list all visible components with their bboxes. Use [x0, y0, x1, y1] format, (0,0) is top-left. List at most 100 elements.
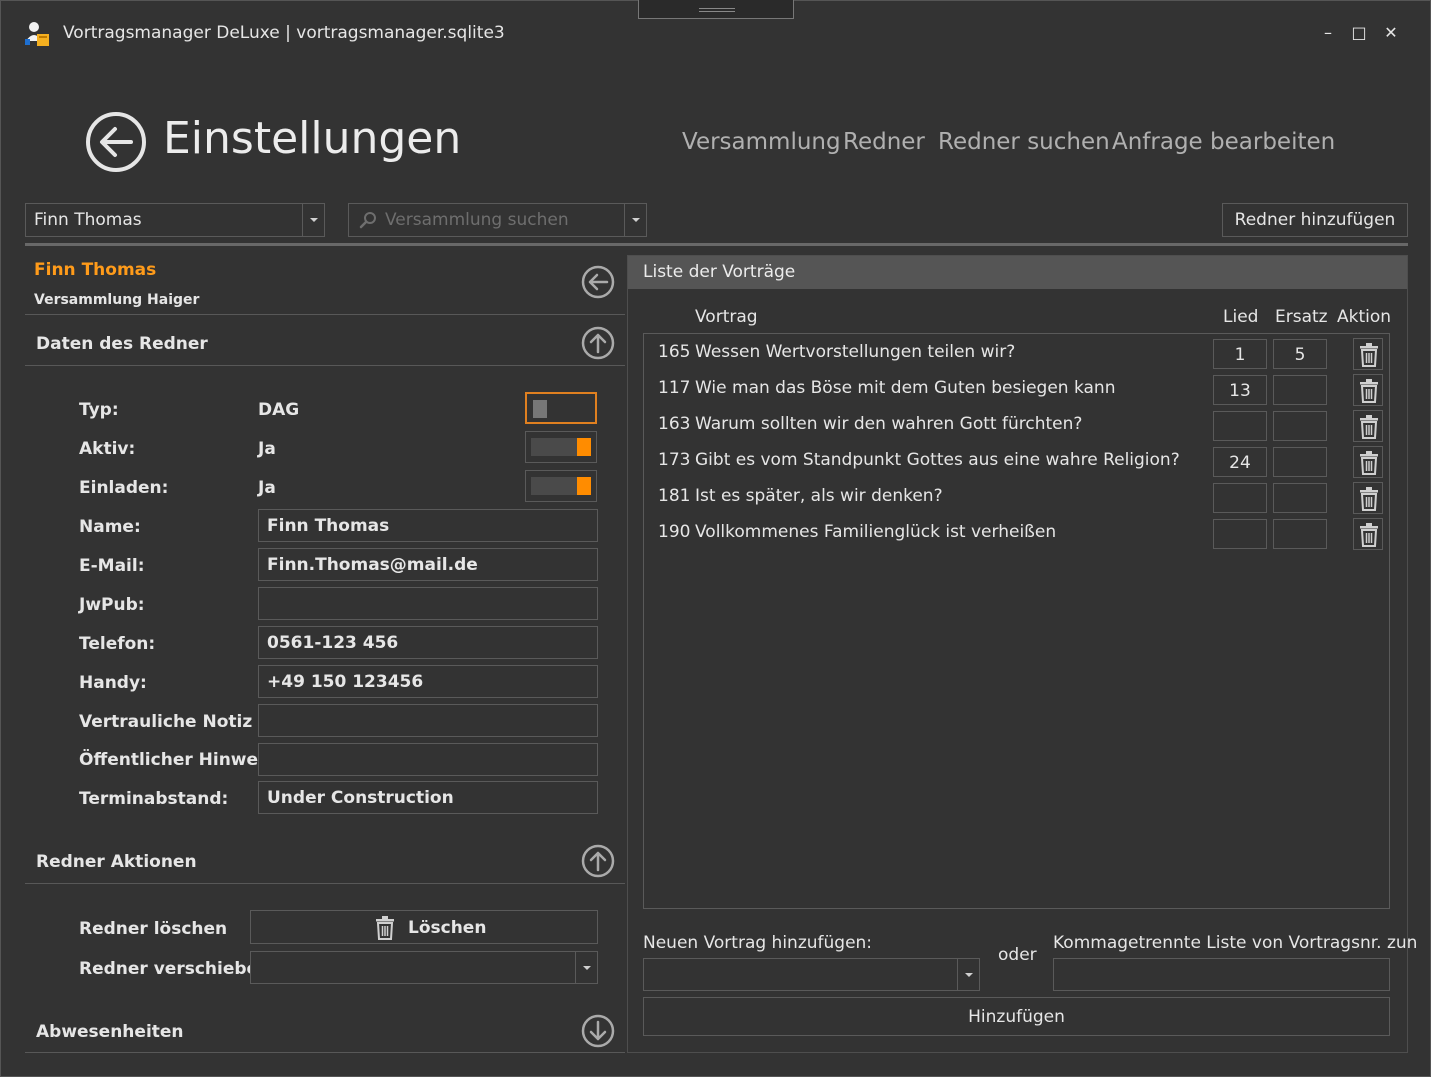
nav-redner-suchen[interactable]: Redner suchen [938, 129, 1110, 155]
delete-talk-button[interactable] [1353, 410, 1383, 442]
nav-versammlung[interactable]: Versammlung [682, 129, 841, 155]
column-header-action: Aktion [1337, 307, 1392, 327]
talk-title: Gibt es vom Standpunkt Gottes aus eine w… [695, 450, 1180, 470]
section-title-data: Daten des Redner [36, 334, 208, 354]
chevron-down-icon[interactable] [957, 959, 979, 990]
page-title: Einstellungen [163, 113, 462, 164]
add-speaker-button[interactable]: Redner hinzufügen [1222, 203, 1408, 237]
song-cell[interactable]: 13 [1213, 375, 1267, 405]
song-cell[interactable] [1213, 411, 1267, 441]
delete-talk-button[interactable] [1353, 482, 1383, 514]
congregation-search-combo[interactable]: Versammlung suchen [348, 203, 647, 237]
talk-title: Ist es später, als wir denken? [695, 486, 943, 506]
song-cell[interactable]: 1 [1213, 339, 1267, 369]
nav-anfrage-bearbeiten[interactable]: Anfrage bearbeiten [1112, 129, 1335, 155]
collapse-up-icon[interactable] [581, 844, 615, 878]
typ-label: Typ: [79, 400, 119, 420]
minimize-button[interactable]: – [1317, 21, 1339, 45]
delete-button-label: Löschen [408, 918, 487, 938]
divider [25, 314, 625, 315]
delete-talk-button[interactable] [1353, 518, 1383, 550]
handy-field[interactable]: +49 150 123456 [258, 665, 598, 698]
trash-icon [375, 916, 395, 945]
einladen-value: Ja [258, 478, 276, 498]
add-talk-label: Neuen Vortrag hinzufügen: [643, 933, 873, 953]
delete-talk-button[interactable] [1353, 338, 1383, 370]
move-speaker-label: Redner verschieben [79, 959, 271, 979]
divider [25, 1052, 625, 1053]
alt-song-cell[interactable]: 5 [1273, 339, 1327, 369]
notiz-field[interactable] [258, 704, 598, 737]
song-cell[interactable]: 24 [1213, 447, 1267, 477]
jwpub-label: JwPub: [79, 595, 145, 615]
terminabstand-field[interactable]: Under Construction [258, 781, 598, 814]
hinweis-label: Öffentlicher Hinweis [79, 750, 274, 770]
talk-title: Wie man das Böse mit dem Guten besiegen … [695, 378, 1116, 398]
expand-down-icon[interactable] [581, 1014, 615, 1048]
alt-song-cell[interactable] [1273, 447, 1327, 477]
talk-title: Vollkommenes Familienglück ist verheißen [695, 522, 1057, 542]
alt-song-cell[interactable] [1273, 483, 1327, 513]
window-title: Vortragsmanager DeLuxe | vortragsmanager… [63, 23, 505, 43]
section-title-actions: Redner Aktionen [36, 852, 197, 872]
delete-speaker-button[interactable]: Löschen [250, 910, 598, 944]
hinweis-field[interactable] [258, 743, 598, 776]
congregation-search-placeholder[interactable]: Versammlung suchen [385, 210, 569, 230]
einladen-toggle[interactable] [525, 470, 597, 502]
talk-number: 173 [658, 450, 691, 470]
talk-number: 181 [658, 486, 691, 506]
column-header-song: Lied [1223, 307, 1259, 327]
app-window: Vortragsmanager DeLuxe | vortragsmanager… [0, 0, 1431, 1077]
add-talk-select[interactable] [643, 958, 980, 991]
chevron-down-icon[interactable] [624, 204, 646, 236]
talk-number: 117 [658, 378, 691, 398]
alt-song-cell[interactable] [1273, 519, 1327, 549]
divider [25, 883, 625, 884]
aktiv-toggle[interactable] [525, 431, 597, 463]
delete-talk-button[interactable] [1353, 374, 1383, 406]
collapse-up-icon[interactable] [581, 326, 615, 360]
talk-list-label: Kommagetrennte Liste von Vortragsnr. zun [1053, 933, 1418, 953]
speaker-select[interactable]: Finn Thomas [25, 203, 325, 237]
delete-talk-button[interactable] [1353, 446, 1383, 478]
talk-list-input[interactable] [1053, 958, 1390, 991]
section-title-absences: Abwesenheiten [36, 1022, 184, 1042]
speaker-name-heading: Finn Thomas [34, 260, 157, 280]
talk-number: 165 [658, 342, 691, 362]
email-label: E-Mail: [79, 556, 145, 576]
add-talk-button[interactable]: Hinzufügen [643, 997, 1390, 1036]
talk-number: 163 [658, 414, 691, 434]
delete-speaker-label: Redner löschen [79, 919, 228, 939]
close-button[interactable]: ✕ [1380, 21, 1402, 45]
terminabstand-label: Terminabstand: [79, 789, 229, 809]
nav-redner[interactable]: Redner [843, 129, 925, 155]
chevron-down-icon[interactable] [575, 952, 597, 983]
talks-header: Liste der Vorträge [628, 256, 1407, 289]
aktiv-label: Aktiv: [79, 439, 136, 459]
name-label: Name: [79, 517, 141, 537]
typ-toggle[interactable] [525, 392, 597, 424]
song-cell[interactable] [1213, 483, 1267, 513]
song-cell[interactable] [1213, 519, 1267, 549]
talks-header-title: Liste der Vorträge [643, 262, 796, 282]
alt-song-cell[interactable] [1273, 411, 1327, 441]
or-label: oder [998, 945, 1037, 965]
maximize-button[interactable]: □ [1348, 21, 1370, 45]
telefon-field[interactable]: 0561-123 456 [258, 626, 598, 659]
alt-song-cell[interactable] [1273, 375, 1327, 405]
talk-title: Warum sollten wir den wahren Gott fürcht… [695, 414, 1083, 434]
email-field[interactable]: Finn.Thomas@mail.de [258, 548, 598, 581]
move-speaker-select[interactable] [250, 951, 598, 984]
chevron-down-icon[interactable] [302, 204, 324, 236]
notiz-label: Vertrauliche Notiz [79, 712, 253, 732]
telefon-label: Telefon: [79, 634, 156, 654]
talk-number: 190 [658, 522, 691, 542]
speaker-congregation: Versammlung Haiger [34, 292, 200, 308]
back-arrow-icon[interactable] [85, 111, 147, 173]
window-drag-handle[interactable] [638, 0, 794, 19]
name-field[interactable]: Finn Thomas [258, 509, 598, 542]
column-header-alt: Ersatz [1275, 307, 1328, 327]
jwpub-field[interactable] [258, 587, 598, 620]
arrow-left-circle-icon[interactable] [581, 265, 615, 299]
divider [25, 365, 625, 366]
